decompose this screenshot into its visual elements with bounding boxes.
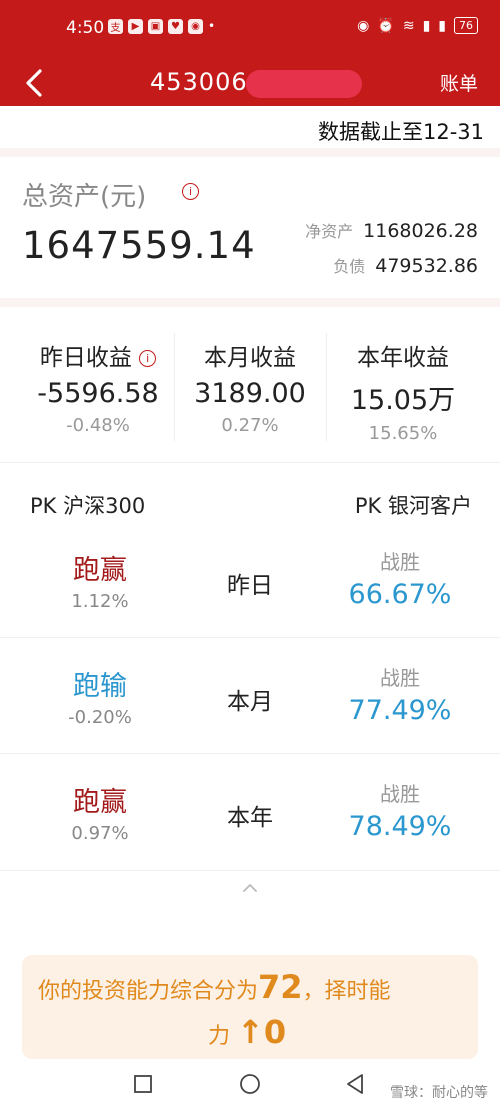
pk-result-label: 跑输 [73,671,127,702]
notification-message-icon: ▣ [148,19,163,34]
pk-diff-value: 1.12% [71,591,129,612]
section-divider [0,298,500,307]
pk-period-label: 本年 [227,805,273,831]
total-assets-value: 1647559.14 [22,224,256,267]
pk-win-pct: 78.49% [348,811,452,842]
row-divider [0,753,500,754]
month-earnings-value: 3189.00 [194,378,306,409]
notification-heart-icon: ♥ [168,19,183,34]
debt-label: 负债 [333,257,366,276]
banner-text: 你的投资能力综合分为 [38,979,259,1004]
year-earnings-pct: 15.65% [368,423,438,444]
year-earnings-value: 15.05万 [350,385,456,416]
wifi-icon: ≋ [402,17,415,34]
status-bar: 4:50 支 ▶ ▣ ♥ ◉ • ◉ ⏰ ≋ ▮ ▮ 76 [0,0,500,62]
debt: 负债 479532.86 [333,253,478,277]
recent-apps-icon[interactable] [132,1073,154,1095]
pk-diff-value: 0.97% [71,823,129,844]
month-earnings-label: 本月收益 [204,345,296,371]
more-notifications-icon: • [208,19,216,33]
home-icon[interactable] [238,1072,262,1096]
row-divider [0,870,500,871]
info-icon[interactable]: i [182,183,199,200]
pk-win-label: 战胜 [380,666,420,690]
notification-app-icon: 支 [108,19,123,34]
nav-bar: 4530060 账单 [0,62,500,106]
divider [0,462,500,463]
pk-period-label: 本月 [227,689,273,715]
watermark: 雪球：耐心的等 [390,1085,488,1101]
yesterday-earnings-label: 昨日收益 [39,345,132,371]
timing-level-value: 0 [263,1013,287,1051]
net-assets-label: 净资产 [305,222,354,241]
investment-score-banner[interactable]: 你的投资能力综合分为72，择时能 力 ↑0 [22,955,478,1059]
collapse-chevron-icon[interactable] [240,878,260,898]
notification-play-icon: ▶ [128,19,143,34]
info-icon[interactable]: i [139,350,157,367]
banner-text: ，择时能 [302,979,391,1004]
pk-result-label: 跑赢 [73,787,127,818]
net-assets: 净资产 1168026.28 [305,218,478,242]
eye-icon: ◉ [357,17,370,34]
pk-win-label: 战胜 [380,550,420,574]
data-cutoff-date: 数据截止至12-31 [317,120,484,144]
pk-clients-header: PK 银河客户 [354,494,472,518]
status-time: 4:50 [66,18,105,38]
up-arrow-icon: ↑ [237,1013,264,1051]
month-earnings[interactable]: 本月收益 3189.00 0.27% [170,338,330,436]
pk-win-pct: 77.49% [348,695,452,726]
notification-chat-icon: ◉ [188,19,203,34]
pk-csi300-header: PK 沪深300 [30,494,146,518]
back-icon[interactable] [344,1072,366,1096]
yesterday-earnings-value: -5596.58 [37,378,159,409]
debt-value: 479532.86 [375,255,478,277]
system-icons: ◉ ⏰ ≋ ▮ ▮ 76 [357,17,478,34]
pk-win-label: 战胜 [380,782,420,806]
pk-result-label: 跑赢 [73,555,127,586]
yesterday-earnings[interactable]: 昨日收益 i -5596.58 -0.48% [18,338,178,436]
signal-5g-icon: ▮ [422,17,431,34]
back-arrow-icon[interactable] [20,66,50,100]
year-earnings-label: 本年收益 [357,345,449,371]
year-earnings[interactable]: 本年收益 15.05万 15.65% [323,338,483,444]
yesterday-earnings-pct: -0.48% [66,415,130,436]
bill-button[interactable]: 账单 [440,69,478,96]
signal-4g-icon: ▮ [438,17,446,34]
section-divider [0,148,500,157]
total-assets-label: 总资产(元) i [22,176,199,213]
pk-period-label: 昨日 [227,573,273,599]
banner-text: 力 [208,1024,231,1049]
banner-score: 72 [258,968,303,1006]
pk-win-pct: 66.67% [348,579,452,610]
pk-diff-value: -0.20% [68,707,132,728]
month-earnings-pct: 0.27% [221,415,279,436]
alarm-icon: ⏰ [377,17,395,34]
net-assets-value: 1168026.28 [363,220,478,242]
redaction-mark [246,70,362,98]
notification-icons: 支 ▶ ▣ ♥ ◉ • [108,19,215,34]
row-divider [0,637,500,638]
battery-icon: 76 [454,17,478,34]
